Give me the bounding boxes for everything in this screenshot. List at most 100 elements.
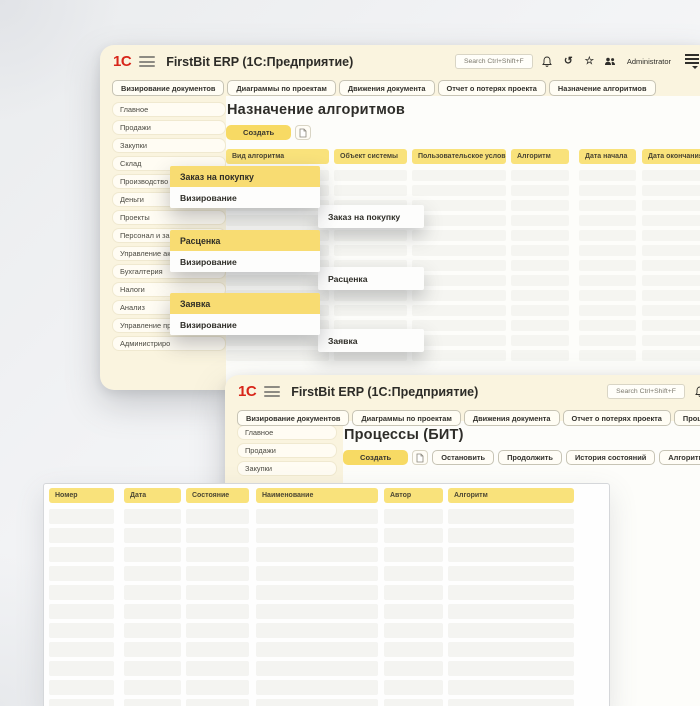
table-row[interactable]	[44, 566, 609, 581]
column-algorithm-kind[interactable]: Вид алгоритма	[226, 149, 329, 164]
menu-header[interactable]: Заявка	[170, 293, 320, 314]
tab-document-approval[interactable]: Визирование документов	[237, 410, 349, 426]
favorites-icon[interactable]: ☆	[583, 55, 596, 68]
empty-cell	[49, 699, 114, 706]
table-row[interactable]	[44, 661, 609, 676]
column-system-object[interactable]: Объект системы	[334, 149, 407, 164]
empty-cell	[384, 509, 443, 524]
tab-project-diagrams[interactable]: Диаграммы по проектам	[227, 80, 335, 96]
notifications-icon[interactable]	[693, 385, 700, 398]
submenu-item[interactable]: Заявка	[318, 329, 424, 352]
empty-cell	[49, 680, 114, 695]
empty-cell	[186, 566, 249, 581]
state-history-button[interactable]: История состояний	[566, 450, 655, 465]
empty-cell	[642, 260, 700, 271]
continue-button[interactable]: Продолжить	[498, 450, 562, 465]
empty-cell	[511, 170, 569, 181]
column-name[interactable]: Наименование	[256, 488, 378, 503]
table-row[interactable]	[44, 547, 609, 562]
column-number[interactable]: Номер	[49, 488, 114, 503]
submenu-item[interactable]: Расценка	[318, 267, 424, 290]
table-row[interactable]	[44, 509, 609, 524]
table-row[interactable]	[44, 680, 609, 695]
empty-cell	[642, 185, 700, 196]
app-title: FirstBit ERP (1С:Предприятие)	[166, 55, 353, 69]
column-end-date[interactable]: Дата окончания	[642, 149, 700, 164]
sidebar-item-sales[interactable]: Продажи	[112, 120, 226, 135]
sidebar-item-main[interactable]: Главное	[112, 102, 226, 117]
submenu-item[interactable]: Заказ на покупку	[318, 205, 424, 228]
column-algorithm[interactable]: Алгоритм	[448, 488, 574, 503]
table-row[interactable]	[44, 642, 609, 657]
column-algorithm[interactable]: Алгоритм	[511, 149, 569, 164]
menu-header[interactable]: Заказ на покупку	[170, 166, 320, 187]
table-row[interactable]	[44, 604, 609, 619]
empty-cell	[448, 528, 574, 543]
tab-document-approval[interactable]: Визирование документов	[112, 80, 224, 96]
tab-project-loss-report[interactable]: Отчет о потерях проекта	[438, 80, 546, 96]
sidebar-item-administration[interactable]: Администриро	[112, 336, 226, 351]
column-state[interactable]: Состояние	[186, 488, 249, 503]
empty-cell	[448, 585, 574, 600]
empty-cell	[642, 200, 700, 211]
empty-cell	[511, 230, 569, 241]
algorithm-button[interactable]: Алгоритм	[659, 450, 700, 465]
tab-algorithm-assignment[interactable]: Назначение алгоритмов	[549, 80, 656, 96]
create-button[interactable]: Создать	[343, 450, 408, 465]
empty-cell	[642, 245, 700, 256]
column-author[interactable]: Автор	[384, 488, 443, 503]
empty-cell	[334, 290, 407, 301]
tab-document-movements[interactable]: Движения документа	[339, 80, 435, 96]
table-row[interactable]	[44, 528, 609, 543]
table-row[interactable]	[226, 275, 700, 286]
menu-item-approval[interactable]: Визирование	[170, 314, 320, 335]
empty-cell	[448, 699, 574, 706]
create-button[interactable]: Создать	[226, 125, 291, 140]
users-icon[interactable]	[604, 55, 617, 68]
sidebar-item-projects[interactable]: Проекты	[112, 210, 226, 225]
notifications-icon[interactable]	[541, 55, 554, 68]
empty-cell	[412, 185, 506, 196]
tab-project-diagrams[interactable]: Диаграммы по проектам	[352, 410, 460, 426]
empty-cell	[186, 509, 249, 524]
sidebar-item-purchases[interactable]: Закупки	[237, 461, 337, 476]
column-date[interactable]: Дата	[124, 488, 181, 503]
empty-cell	[448, 661, 574, 676]
open-pages-tabs: Визирование документов Диаграммы по прое…	[112, 80, 656, 96]
sidebar-item-main[interactable]: Главное	[237, 425, 337, 440]
tab-project-loss-report[interactable]: Отчет о потерях проекта	[563, 410, 671, 426]
menu-item-approval[interactable]: Визирование	[170, 251, 320, 272]
new-document-icon[interactable]	[412, 450, 428, 465]
search-input[interactable]: Search Ctrl+Shift+F	[455, 54, 533, 69]
history-icon[interactable]: ↺	[562, 55, 575, 68]
tab-document-movements[interactable]: Движения документа	[464, 410, 560, 426]
empty-cell	[384, 680, 443, 695]
hamburger-menu-icon[interactable]	[139, 56, 155, 67]
table-row[interactable]	[226, 335, 700, 346]
sidebar-item-sales[interactable]: Продажи	[237, 443, 337, 458]
column-user-condition[interactable]: Пользовательское условие	[412, 149, 506, 164]
sidebar-item-purchases[interactable]: Закупки	[112, 138, 226, 153]
table-row[interactable]	[44, 623, 609, 638]
empty-cell	[384, 566, 443, 581]
table-row[interactable]	[44, 585, 609, 600]
empty-cell	[186, 642, 249, 657]
empty-cell	[412, 215, 506, 226]
stop-button[interactable]: Остановить	[432, 450, 494, 465]
empty-cell	[511, 290, 569, 301]
open-pages-tabs: Визирование документов Диаграммы по прое…	[237, 410, 700, 426]
user-name[interactable]: Administrator	[627, 57, 671, 66]
toolbar-menu-icon[interactable]	[685, 54, 699, 68]
menu-item-approval[interactable]: Визирование	[170, 187, 320, 208]
hamburger-menu-icon[interactable]	[264, 386, 280, 397]
column-start-date[interactable]: Дата начала	[579, 149, 636, 164]
tab-processes-bit[interactable]: Процессы (БИТ)	[674, 410, 700, 426]
menu-header[interactable]: Расценка	[170, 230, 320, 251]
empty-cell	[256, 585, 378, 600]
table-row[interactable]	[226, 215, 700, 226]
empty-cell	[124, 528, 181, 543]
new-document-icon[interactable]	[295, 125, 311, 140]
table-row[interactable]	[44, 699, 609, 706]
search-input[interactable]: Search Ctrl+Shift+F	[607, 384, 685, 399]
table-row[interactable]	[226, 350, 700, 361]
